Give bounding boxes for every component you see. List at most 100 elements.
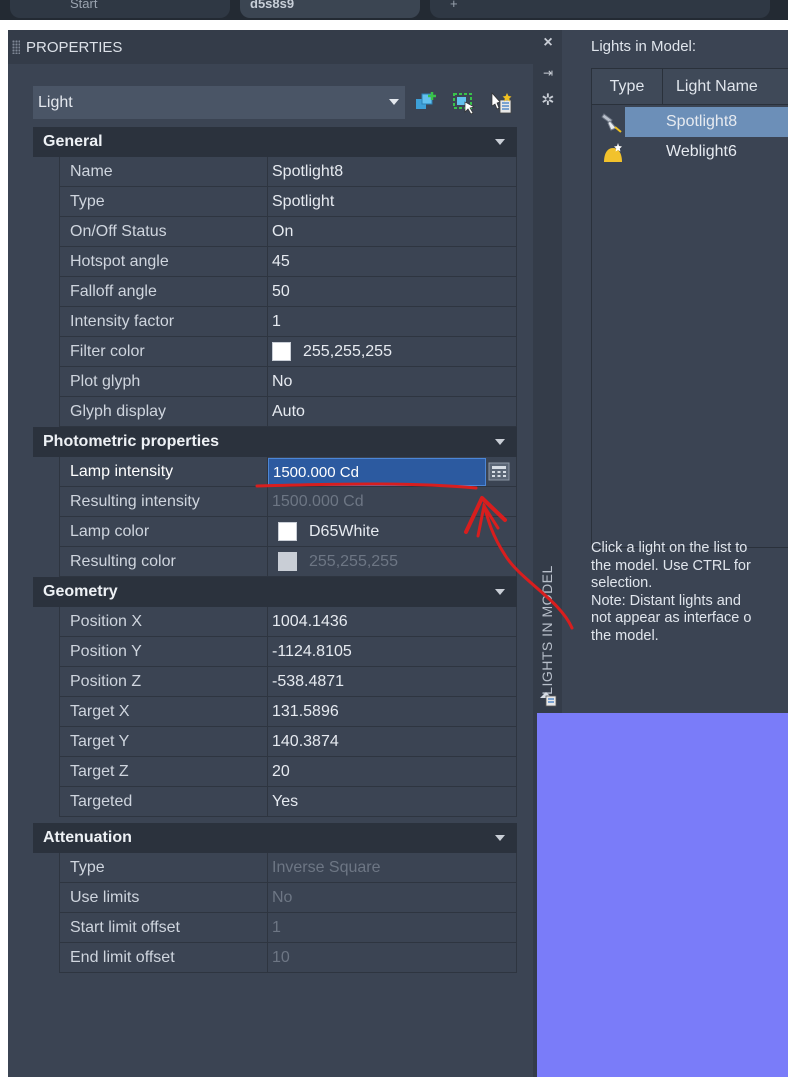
property-row[interactable]: Position Y -1124.8105	[33, 637, 517, 667]
property-label: Plot glyph	[59, 367, 268, 397]
row-gutter	[33, 157, 59, 187]
tab-new[interactable]: +	[430, 0, 770, 18]
category-general[interactable]: General	[33, 127, 517, 157]
property-row[interactable]: Type Inverse Square	[33, 853, 517, 883]
collapse-arrow-icon[interactable]	[495, 439, 505, 445]
filter-color-value: 255,255,255	[303, 342, 392, 360]
property-label: Filter color	[59, 337, 268, 367]
category-attenuation[interactable]: Attenuation	[33, 823, 517, 853]
property-label: Start limit offset	[59, 913, 268, 943]
property-row[interactable]: Type Spotlight	[33, 187, 517, 217]
file-tab-bar: Start d5s8s9 +	[0, 0, 788, 28]
row-gutter	[33, 367, 59, 397]
quick-select-icon[interactable]	[488, 90, 514, 116]
property-label: Type	[59, 187, 268, 217]
property-row[interactable]: End limit offset 10	[33, 943, 517, 973]
property-value[interactable]: Yes	[268, 787, 517, 817]
properties-palette: PROPERTIES Light General Name Spotlight8 …	[8, 30, 533, 1077]
property-row[interactable]: Target Y 140.3874	[33, 727, 517, 757]
property-value[interactable]: 20	[268, 757, 517, 787]
property-value[interactable]: Spotlight8	[268, 157, 517, 187]
properties-settings-icon[interactable]: ✲	[539, 92, 557, 110]
toggle-pickadd-icon[interactable]	[413, 90, 439, 116]
property-row[interactable]: Falloff angle 50	[33, 277, 517, 307]
property-row[interactable]: Use limits No	[33, 883, 517, 913]
properties-title-bar[interactable]: PROPERTIES	[8, 30, 533, 64]
property-row[interactable]: Resulting intensity 1500.000 Cd	[33, 487, 517, 517]
object-type-dropdown[interactable]: Light	[33, 86, 405, 119]
property-row[interactable]: Glyph display Auto	[33, 397, 517, 427]
property-value[interactable]: -538.4871	[268, 667, 517, 697]
property-row[interactable]: Plot glyph No	[33, 367, 517, 397]
property-value-readonly: 1	[268, 913, 517, 943]
property-label: Glyph display	[59, 397, 268, 427]
property-value[interactable]: 131.5896	[268, 697, 517, 727]
lamp-intensity-value: 1500.000 Cd	[273, 463, 359, 481]
property-row[interactable]: Intensity factor 1	[33, 307, 517, 337]
row-gutter	[33, 217, 59, 247]
list-item-spotlight8[interactable]: Spotlight8	[592, 107, 788, 137]
tab-drawing-label: d5s8s9	[250, 0, 295, 11]
lamp-color-value: D65White	[309, 522, 380, 540]
property-value[interactable]: 1	[268, 307, 517, 337]
property-value[interactable]: No	[268, 367, 517, 397]
list-item-weblight6[interactable]: Weblight6	[592, 137, 788, 167]
collapse-arrow-icon[interactable]	[495, 589, 505, 595]
property-row[interactable]: Target Z 20	[33, 757, 517, 787]
row-gutter	[33, 277, 59, 307]
property-row[interactable]: On/Off Status On	[33, 217, 517, 247]
row-gutter	[33, 757, 59, 787]
category-general-label: General	[43, 133, 103, 150]
property-row[interactable]: Targeted Yes	[33, 787, 517, 817]
row-gutter	[33, 697, 59, 727]
category-attenuation-label: Attenuation	[43, 829, 132, 846]
spotlight-icon	[601, 113, 622, 133]
property-value[interactable]: 50	[268, 277, 517, 307]
property-row[interactable]: Position Z -538.4871	[33, 667, 517, 697]
collapse-arrow-icon[interactable]	[495, 835, 505, 841]
row-gutter	[33, 607, 59, 637]
property-value[interactable]: Auto	[268, 397, 517, 427]
property-row[interactable]: Name Spotlight8	[33, 157, 517, 187]
property-value[interactable]: 140.3874	[268, 727, 517, 757]
lamp-intensity-input[interactable]: 1500.000 Cd	[268, 458, 486, 486]
tab-start[interactable]: Start	[10, 0, 230, 18]
property-label: Position Z	[59, 667, 268, 697]
drawing-viewport[interactable]	[537, 713, 788, 1077]
property-value-color[interactable]: D65White	[268, 517, 517, 547]
calculator-icon[interactable]	[488, 462, 510, 481]
collapse-arrow-icon[interactable]	[495, 139, 505, 145]
property-row-lamp-intensity[interactable]: Lamp intensity 1500.000 Cd	[33, 457, 517, 487]
property-value[interactable]: 1004.1436	[268, 607, 517, 637]
column-header-type[interactable]: Type	[592, 69, 663, 105]
property-row[interactable]: Position X 1004.1436	[33, 607, 517, 637]
close-icon[interactable]: ×	[539, 34, 557, 52]
category-geometry[interactable]: Geometry	[33, 577, 517, 607]
auto-hide-icon[interactable]: ⇥	[539, 64, 557, 82]
property-value[interactable]: -1124.8105	[268, 637, 517, 667]
lights-heading: Lights in Model:	[591, 38, 697, 55]
weblight-icon	[604, 143, 622, 162]
property-value-color[interactable]: 255,255,255	[268, 337, 517, 367]
property-row[interactable]: Resulting color 255,255,255	[33, 547, 517, 577]
property-row[interactable]: Target X 131.5896	[33, 697, 517, 727]
category-photometric[interactable]: Photometric properties	[33, 427, 517, 457]
property-value[interactable]: 45	[268, 247, 517, 277]
lights-list[interactable]: Type Light Name Spotlight8 Weblight6	[591, 68, 788, 548]
property-value[interactable]: Spotlight	[268, 187, 517, 217]
palette-grip-handle[interactable]	[12, 40, 20, 54]
property-row[interactable]: Start limit offset 1	[33, 913, 517, 943]
property-value[interactable]: On	[268, 217, 517, 247]
column-header-light-name[interactable]: Light Name	[676, 69, 758, 105]
property-label: Target X	[59, 697, 268, 727]
property-row[interactable]: Hotspot angle 45	[33, 247, 517, 277]
lights-list-header: Type Light Name	[592, 69, 788, 105]
property-row[interactable]: Filter color 255,255,255	[33, 337, 517, 367]
tab-drawing[interactable]: d5s8s9	[240, 0, 420, 18]
properties-title: PROPERTIES	[26, 38, 123, 56]
property-label: Use limits	[59, 883, 268, 913]
select-objects-icon[interactable]	[451, 90, 477, 116]
row-gutter	[33, 667, 59, 697]
row-gutter	[33, 637, 59, 667]
property-row[interactable]: Lamp color D65White	[33, 517, 517, 547]
